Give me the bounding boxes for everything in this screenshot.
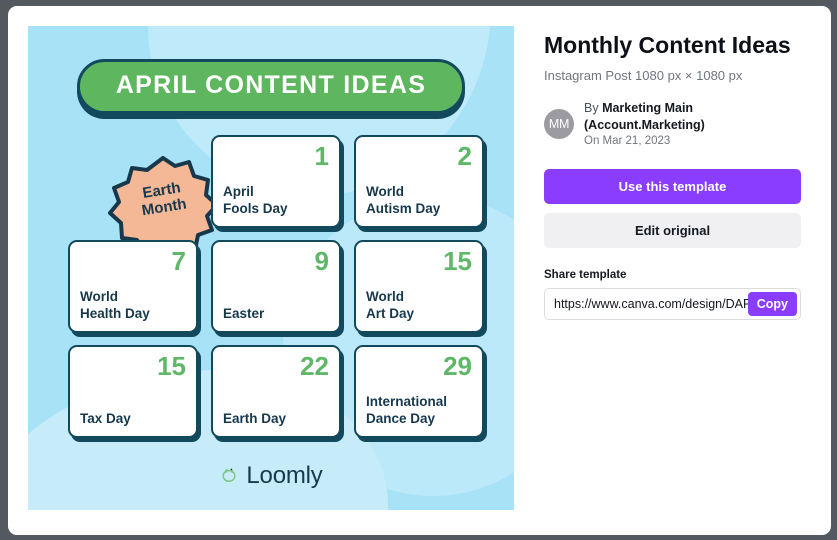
day-card-number: 9 [314,246,329,276]
day-card-row: 7 World Health Day 9 Easter 15 World Art Day [68,240,484,333]
day-card: 2 World Autism Day [354,135,484,228]
day-card-label: Tax Day [80,410,131,426]
day-card-label: World Health Day [80,289,150,321]
template-dimensions: Instagram Post 1080 px × 1080 px [544,67,743,83]
day-card: 7 World Health Day [68,240,198,333]
day-card: 15 Tax Day [68,345,198,438]
day-card-label: April Fools Day [223,184,288,216]
loomly-wordmark: Loomly [246,462,323,489]
avatar: MM [544,109,574,140]
page-title: Monthly Content Ideas [544,32,791,58]
copy-button[interactable]: Copy [747,292,797,317]
edit-original-button[interactable]: Edit original [544,213,801,249]
day-card: 22 Earth Day [211,345,341,438]
day-cards-grid: 1 April Fools Day 2 World Autism Day 7 World Hea… [68,135,484,450]
day-card-label: World Art Day [366,289,415,321]
poster-canvas[interactable]: APRIL CONTENT IDEAS Earth Month 1 April Fo… [28,26,514,510]
share-template-row: Copy [544,288,801,321]
byline-text: By Marketing Main (Account.Marketing) On… [584,100,801,150]
template-preview-pane: APRIL CONTENT IDEAS Earth Month 1 April Fo… [8,6,522,535]
day-card-number: 22 [300,351,329,381]
day-card-number: 7 [171,246,186,276]
share-url-input[interactable] [554,293,748,316]
poster-title-banner-wrap: APRIL CONTENT IDEAS [28,59,514,114]
day-card-number: 29 [443,351,472,381]
poster-title-banner: APRIL CONTENT IDEAS [76,59,466,114]
share-template-label: Share template [544,269,627,282]
day-card-number: 15 [443,246,472,276]
use-this-template-button[interactable]: Use this template [544,169,801,205]
day-card-label: Earth Day [223,410,287,426]
byline-author-line: By Marketing Main (Account.Marketing) [584,100,801,134]
template-details-modal: APRIL CONTENT IDEAS Earth Month 1 April Fo… [8,6,831,535]
day-card-number: 2 [457,141,472,171]
day-card: 15 World Art Day [354,240,484,333]
day-card: 9 Easter [211,240,341,333]
day-card-label: International Dance Day [366,394,448,426]
day-card-row: 15 Tax Day 22 Earth Day 29 International Dance… [68,345,484,438]
poster-title-text: APRIL CONTENT IDEAS [115,71,427,99]
loomly-leaf-icon [222,468,236,482]
day-card-row: 1 April Fools Day 2 World Autism Day [68,135,484,228]
day-card-label: World Autism Day [366,184,441,216]
day-card: 1 April Fools Day [211,135,341,228]
template-info-pane: Monthly Content Ideas Instagram Post 108… [522,6,831,535]
day-card-number: 1 [314,141,329,171]
byline-author-name: Marketing Main (Account.Marketing) [584,100,705,132]
day-card-number: 15 [157,351,186,381]
byline: MM By Marketing Main (Account.Marketing)… [544,100,801,150]
day-card-label: Easter [223,305,265,321]
poster-brand-logo: Loomly [28,464,514,488]
poster-content: APRIL CONTENT IDEAS Earth Month 1 April Fo… [28,26,514,510]
day-card: 29 International Dance Day [354,345,484,438]
byline-prefix: By [584,100,603,115]
byline-date: On Mar 21, 2023 [584,134,671,147]
